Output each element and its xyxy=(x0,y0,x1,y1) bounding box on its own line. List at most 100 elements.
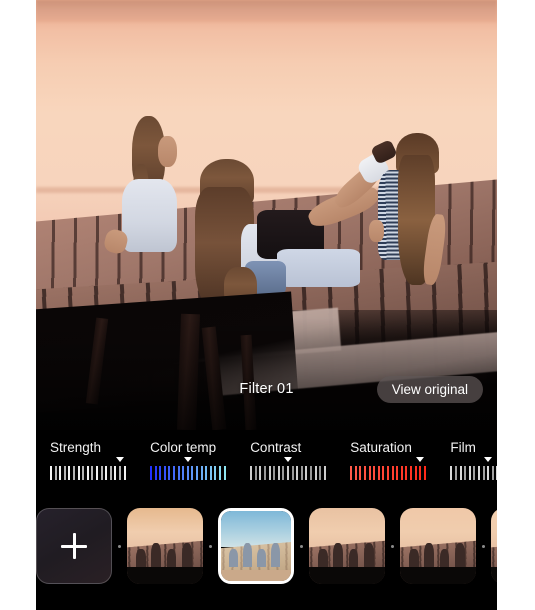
thumbnail-figure xyxy=(424,542,435,569)
add-filter-button[interactable] xyxy=(36,508,112,584)
slider-tick xyxy=(364,466,367,480)
slider-tick xyxy=(377,466,380,480)
adjust-label-strength: Strength xyxy=(50,440,102,455)
filter-thumbnail-filter-04[interactable] xyxy=(491,508,497,584)
slider-tick xyxy=(123,466,126,480)
slider-tick xyxy=(54,466,57,480)
thumbnail-figure xyxy=(166,549,177,569)
slider-thumb-indicator[interactable] xyxy=(416,457,425,462)
slider-tick xyxy=(72,466,75,480)
filter-thumbnail-filter-01[interactable] xyxy=(218,508,294,584)
slider-tick xyxy=(450,466,453,480)
slider-tick xyxy=(59,466,62,480)
slider-tick xyxy=(254,466,257,480)
slider-ticks xyxy=(450,466,497,480)
photo-bottom-fade xyxy=(36,318,497,430)
slider-tick xyxy=(323,466,326,480)
slider-tick xyxy=(214,466,217,480)
slider-tick xyxy=(68,466,71,480)
slider-tick xyxy=(95,466,98,480)
thumbnail-image xyxy=(309,508,385,584)
adjust-slider-saturation[interactable] xyxy=(350,457,428,482)
slider-thumb-indicator[interactable] xyxy=(116,457,124,462)
slider-tick xyxy=(387,466,390,480)
thumbnail-separator-dot xyxy=(118,544,121,548)
slider-tick xyxy=(296,466,299,480)
adjust-label-film: Film xyxy=(450,440,476,455)
adjust-control-contrast[interactable]: Contrast xyxy=(250,440,328,482)
thumbnail-foreground-shadow xyxy=(400,567,476,584)
slider-tick xyxy=(186,466,189,480)
adjust-control-film[interactable]: Film xyxy=(450,440,497,482)
thumbnail-image xyxy=(221,511,291,581)
slider-tick xyxy=(223,466,226,480)
slider-tick xyxy=(350,466,353,480)
adjustment-controls[interactable]: Strength Color temp Contrast Saturation Film xyxy=(36,430,497,512)
adjust-slider-contrast[interactable] xyxy=(250,457,328,482)
slider-tick xyxy=(282,466,285,480)
slider-ticks xyxy=(350,466,428,480)
adjust-label-color-temp: Color temp xyxy=(150,440,217,455)
adjust-slider-strength[interactable] xyxy=(50,457,128,482)
thumbnail-separator-dot xyxy=(391,544,394,548)
slider-tick xyxy=(219,466,221,480)
thumbnail-figure xyxy=(243,543,253,567)
slider-tick xyxy=(300,466,303,480)
slider-tick xyxy=(259,466,262,480)
person-seated-right xyxy=(368,133,465,288)
slider-tick xyxy=(196,466,199,480)
slider-tick xyxy=(205,466,208,480)
adjust-control-strength[interactable]: Strength xyxy=(50,440,128,482)
plus-icon xyxy=(61,533,87,559)
thumbnail-figure xyxy=(409,549,419,569)
filter-thumbnail-filter-02[interactable] xyxy=(309,508,385,584)
thumbnail-image xyxy=(127,508,203,584)
slider-tick xyxy=(50,466,52,480)
slider-tick xyxy=(477,466,480,480)
thumbnail-figure xyxy=(271,543,281,567)
horizon-haze xyxy=(36,0,497,22)
slider-tick xyxy=(382,466,385,480)
filter-thumbnail-filter-00[interactable] xyxy=(127,508,203,584)
thumbnail-separator-dot xyxy=(482,544,485,548)
screen-root: Filter 01 View original Strength Color te… xyxy=(0,0,535,610)
slider-thumb-indicator[interactable] xyxy=(484,457,493,462)
slider-tick xyxy=(118,466,121,480)
slider-tick xyxy=(314,466,317,480)
photo-preview[interactable] xyxy=(36,0,497,430)
thumbnail-foreground-shadow xyxy=(127,567,203,584)
adjust-slider-film[interactable] xyxy=(450,457,497,482)
slider-tick xyxy=(354,466,357,480)
thumbnail-figure xyxy=(229,548,239,567)
slider-tick xyxy=(391,466,394,480)
slider-tick xyxy=(396,466,399,480)
slider-tick xyxy=(177,466,180,480)
thumbnail-figure xyxy=(136,549,146,569)
adjust-slider-color-temp[interactable] xyxy=(150,457,228,482)
slider-tick xyxy=(159,466,162,480)
thumbnail-separator-dot xyxy=(300,544,303,548)
slider-ticks xyxy=(150,466,228,480)
slider-tick xyxy=(454,466,457,480)
slider-tick xyxy=(182,466,185,480)
slider-tick xyxy=(419,466,422,480)
slider-tick xyxy=(209,466,212,480)
slider-tick xyxy=(491,466,494,480)
slider-thumb-indicator[interactable] xyxy=(183,457,192,462)
filter-thumbnail-filter-03[interactable] xyxy=(400,508,476,584)
phone-viewport: Filter 01 View original Strength Color te… xyxy=(36,0,497,610)
slider-thumb-indicator[interactable] xyxy=(283,457,292,462)
view-original-button[interactable]: View original xyxy=(376,376,483,403)
slider-tick xyxy=(150,466,153,480)
slider-tick xyxy=(414,466,417,480)
slider-tick xyxy=(154,466,157,480)
thumbnail-foreground-shadow xyxy=(221,569,291,581)
slider-tick xyxy=(309,466,312,480)
adjust-control-saturation[interactable]: Saturation xyxy=(350,440,428,482)
slider-tick xyxy=(305,466,308,480)
adjust-control-color-temp[interactable]: Color temp xyxy=(150,440,228,482)
slider-tick xyxy=(459,466,462,480)
slider-tick xyxy=(250,466,253,480)
filter-thumbnail-strip[interactable] xyxy=(36,506,497,586)
slider-tick xyxy=(263,466,266,480)
